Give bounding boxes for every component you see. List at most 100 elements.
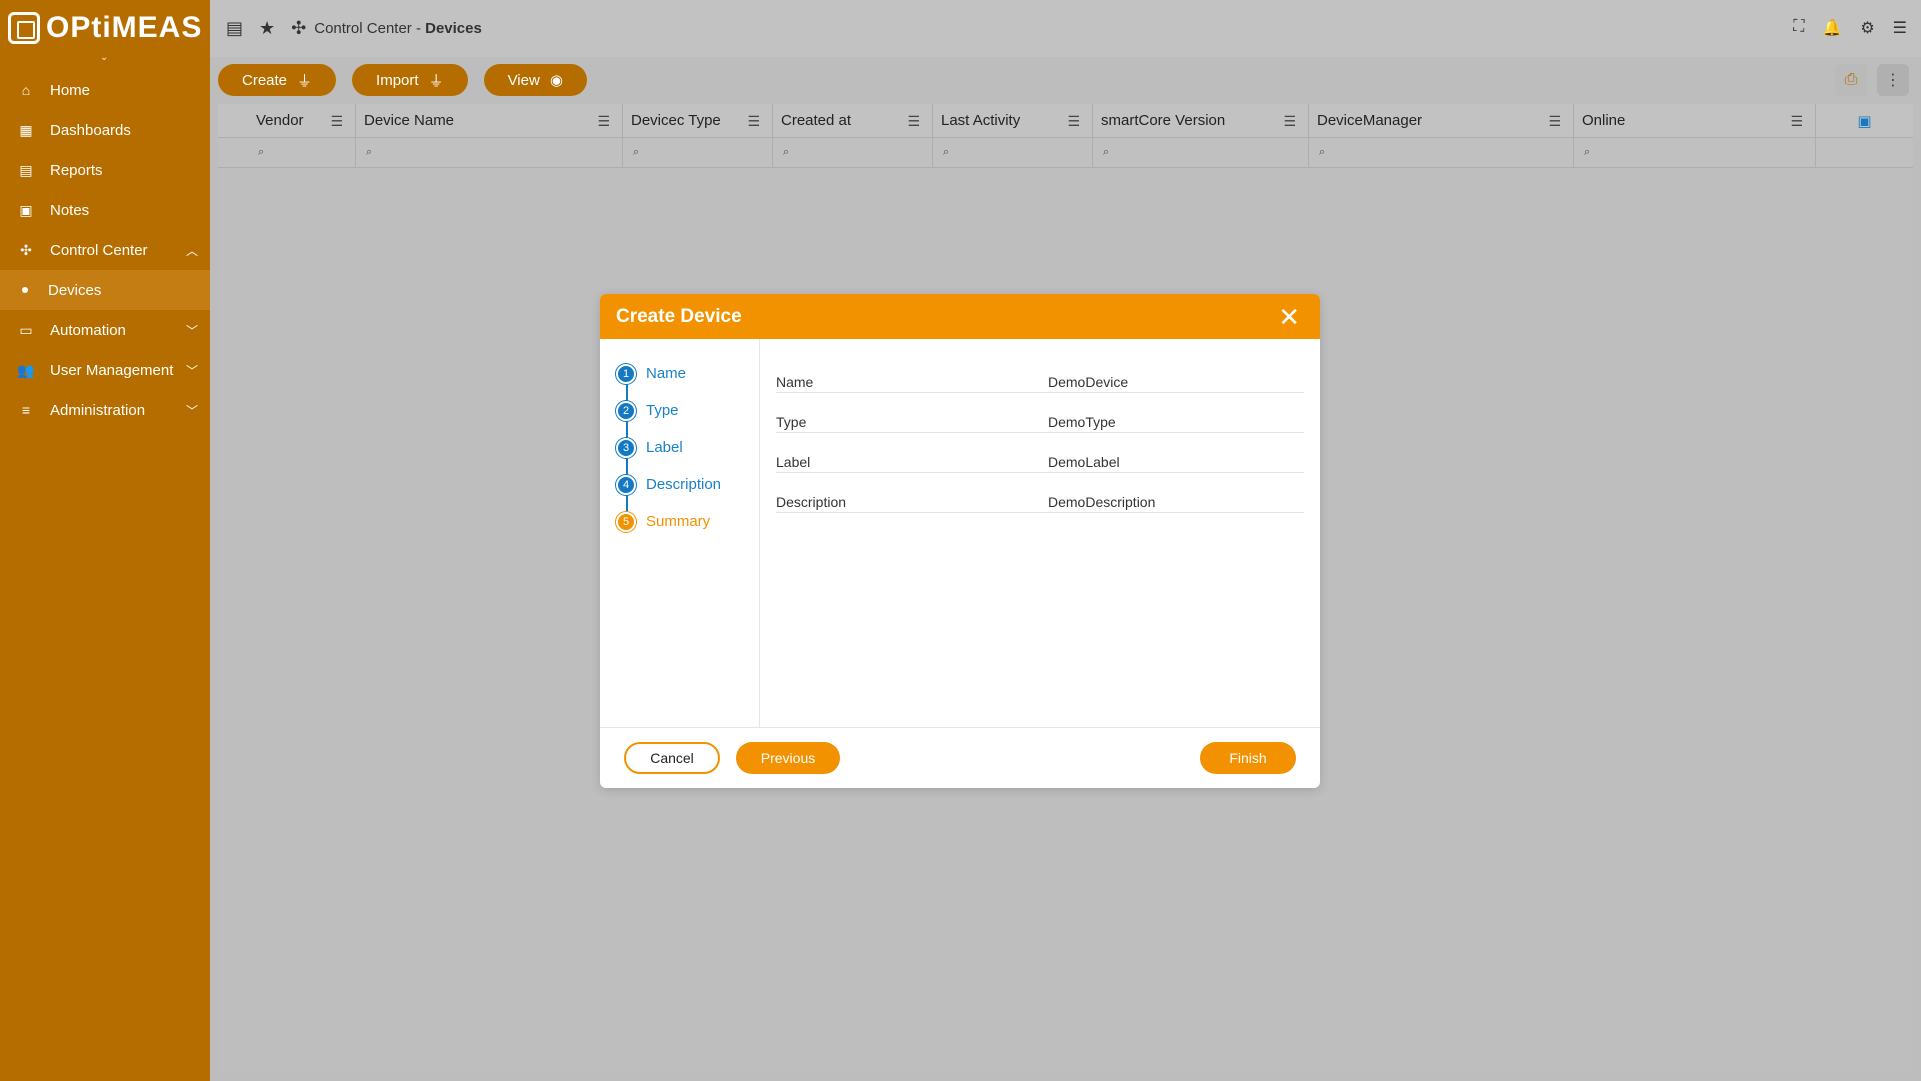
fullscreen-icon[interactable]: ⛶ (1793, 18, 1804, 38)
gear-icon[interactable]: ⚙ (1860, 18, 1874, 38)
filter-input[interactable]: ⌕ (218, 138, 356, 167)
chevron-down-icon[interactable]: ⌄ (100, 52, 108, 63)
calendar-icon: ▭ (19, 321, 33, 338)
column-label: Online (1582, 112, 1626, 129)
column-label: Created at (781, 112, 852, 129)
step-description[interactable]: 4 Description (616, 466, 743, 503)
filter-icon[interactable]: ☰ (1283, 113, 1296, 130)
more-button[interactable]: ⋮ (1877, 64, 1909, 96)
step-label-step[interactable]: 3 Label (616, 429, 743, 466)
column-device-type[interactable]: Devicec Type ☰ (623, 104, 773, 137)
sidebar-item-label: Reports (50, 161, 103, 179)
brand-logo[interactable]: OPtiMEAS (0, 0, 210, 56)
step-label: Label (646, 439, 683, 456)
summary-value: DemoDevice (1048, 374, 1129, 390)
sidebar-item-reports[interactable]: ▤ Reports (0, 150, 210, 190)
step-number: 2 (616, 400, 636, 421)
sidebar-item-control-center[interactable]: ✣ Control Center ︿ (0, 230, 210, 270)
sidebar-item-label: Devices (48, 281, 102, 299)
column-label: smartCore Version (1101, 112, 1226, 129)
filter-input[interactable]: ⌕ (773, 138, 933, 167)
bell-icon[interactable]: 🔔 (1822, 18, 1842, 38)
summary-value: DemoLabel (1048, 454, 1120, 470)
view-button[interactable]: View ◉ (483, 64, 587, 96)
filter-icon[interactable]: ☰ (1548, 113, 1561, 130)
sidebar-item-dashboards[interactable]: ▦ Dashboards (0, 110, 210, 150)
sidebar-item-home[interactable]: ⌂ Home (0, 70, 210, 110)
summary-row: Type DemoType (776, 393, 1304, 433)
filter-input[interactable]: ⌕ (1093, 138, 1309, 167)
sidebar-item-label: User Management (50, 361, 174, 379)
column-label: DeviceManager (1317, 112, 1423, 129)
cancel-button[interactable]: Cancel (624, 742, 720, 774)
column-vendor[interactable]: Vendor ☰ (218, 104, 356, 137)
step-summary[interactable]: 5 Summary (616, 503, 743, 540)
search-icon: ⌕ (943, 146, 950, 158)
filter-row: ⌕ ⌕ ⌕ ⌕ ⌕ ⌕ ⌕ ⌕ (218, 138, 1913, 168)
filter-icon[interactable]: ☰ (907, 113, 920, 130)
brand-name: OPtiMEAS (46, 11, 203, 44)
device-icon: ⏚ (428, 72, 444, 90)
filter-input[interactable]: ⌕ (1309, 138, 1574, 167)
sidebar-item-automation[interactable]: ▭ Automation ﹀ (0, 310, 210, 350)
filter-icon[interactable]: ☰ (747, 113, 760, 130)
menu-icon[interactable]: ☰ (1893, 18, 1907, 38)
dashboard-icon: ▦ (19, 121, 33, 138)
finish-button[interactable]: Finish (1200, 742, 1296, 774)
top-actions: ⛶ 🔔 ⚙ ☰ (1793, 18, 1907, 38)
print-button[interactable]: ⎙ (1835, 64, 1867, 96)
close-icon[interactable]: ✕ (1278, 302, 1300, 333)
filter-icon[interactable]: ☰ (1790, 113, 1803, 130)
chevron-down-icon: ﹀ (185, 364, 198, 378)
device-icon: ⏚ (297, 72, 313, 90)
column-last-activity[interactable]: Last Activity ☰ (933, 104, 1093, 137)
create-button[interactable]: Create ⏚ (218, 64, 337, 96)
filter-input[interactable]: ⌕ (623, 138, 773, 167)
search-icon: ⌕ (258, 146, 265, 158)
create-label: Create (242, 71, 288, 89)
step-label: Description (646, 476, 722, 493)
column-device-name[interactable]: Device Name ☰ (356, 104, 623, 137)
import-button[interactable]: Import ⏚ (352, 64, 468, 96)
sidebar-item-devices[interactable]: Devices (0, 270, 210, 310)
column-save[interactable]: ▣ (1816, 104, 1913, 137)
chevron-down-icon: ﹀ (185, 404, 198, 418)
view-label: View (507, 71, 540, 89)
filter-input[interactable]: ⌕ (933, 138, 1093, 167)
wizard-steps: 1 Name 2 Type 3 Label 4 Description 5 Su… (600, 339, 760, 727)
summary-value: DemoDescription (1048, 494, 1156, 510)
eye-icon: ◉ (549, 72, 563, 89)
column-online[interactable]: Online ☰ (1574, 104, 1816, 137)
sidebar-item-administration[interactable]: ≡ Administration ﹀ (0, 390, 210, 430)
sidebar-item-user-management[interactable]: 👥 User Management ﹀ (0, 350, 210, 390)
toolbar-right: ⎙ ⋮ (1835, 64, 1909, 96)
users-icon: 👥 (17, 361, 35, 378)
notes-icon: ▣ (19, 201, 33, 218)
sidebar-toggle-icon[interactable]: ▤ (226, 18, 243, 39)
previous-button[interactable]: Previous (736, 742, 840, 774)
network-icon: ✣ (20, 241, 32, 258)
search-icon: ⌕ (1319, 146, 1326, 158)
search-icon: ⌕ (1584, 146, 1591, 158)
star-icon[interactable]: ★ (259, 18, 275, 39)
filter-input[interactable]: ⌕ (356, 138, 623, 167)
sidebar-item-label: Notes (50, 201, 90, 219)
summary-key: Description (776, 494, 847, 510)
column-created-at[interactable]: Created at ☰ (773, 104, 933, 137)
filter-icon[interactable]: ☰ (330, 113, 343, 130)
sidebar-item-label: Dashboards (50, 121, 131, 139)
column-smartcore-version[interactable]: smartCore Version ☰ (1093, 104, 1309, 137)
step-name[interactable]: 1 Name (616, 355, 743, 392)
summary-key: Name (776, 374, 814, 390)
sidebar-item-label: Administration (50, 401, 146, 419)
step-label: Summary (646, 513, 711, 530)
step-type[interactable]: 2 Type (616, 392, 743, 429)
sidebar-item-label: Automation (50, 321, 126, 339)
save-icon[interactable]: ▣ (1857, 112, 1871, 130)
filter-icon[interactable]: ☰ (597, 113, 610, 130)
column-device-manager[interactable]: DeviceManager ☰ (1309, 104, 1574, 137)
sidebar-item-notes[interactable]: ▣ Notes (0, 190, 210, 230)
filter-icon[interactable]: ☰ (1067, 113, 1080, 130)
sidebar-item-label: Control Center (50, 241, 148, 259)
filter-input[interactable]: ⌕ (1574, 138, 1816, 167)
